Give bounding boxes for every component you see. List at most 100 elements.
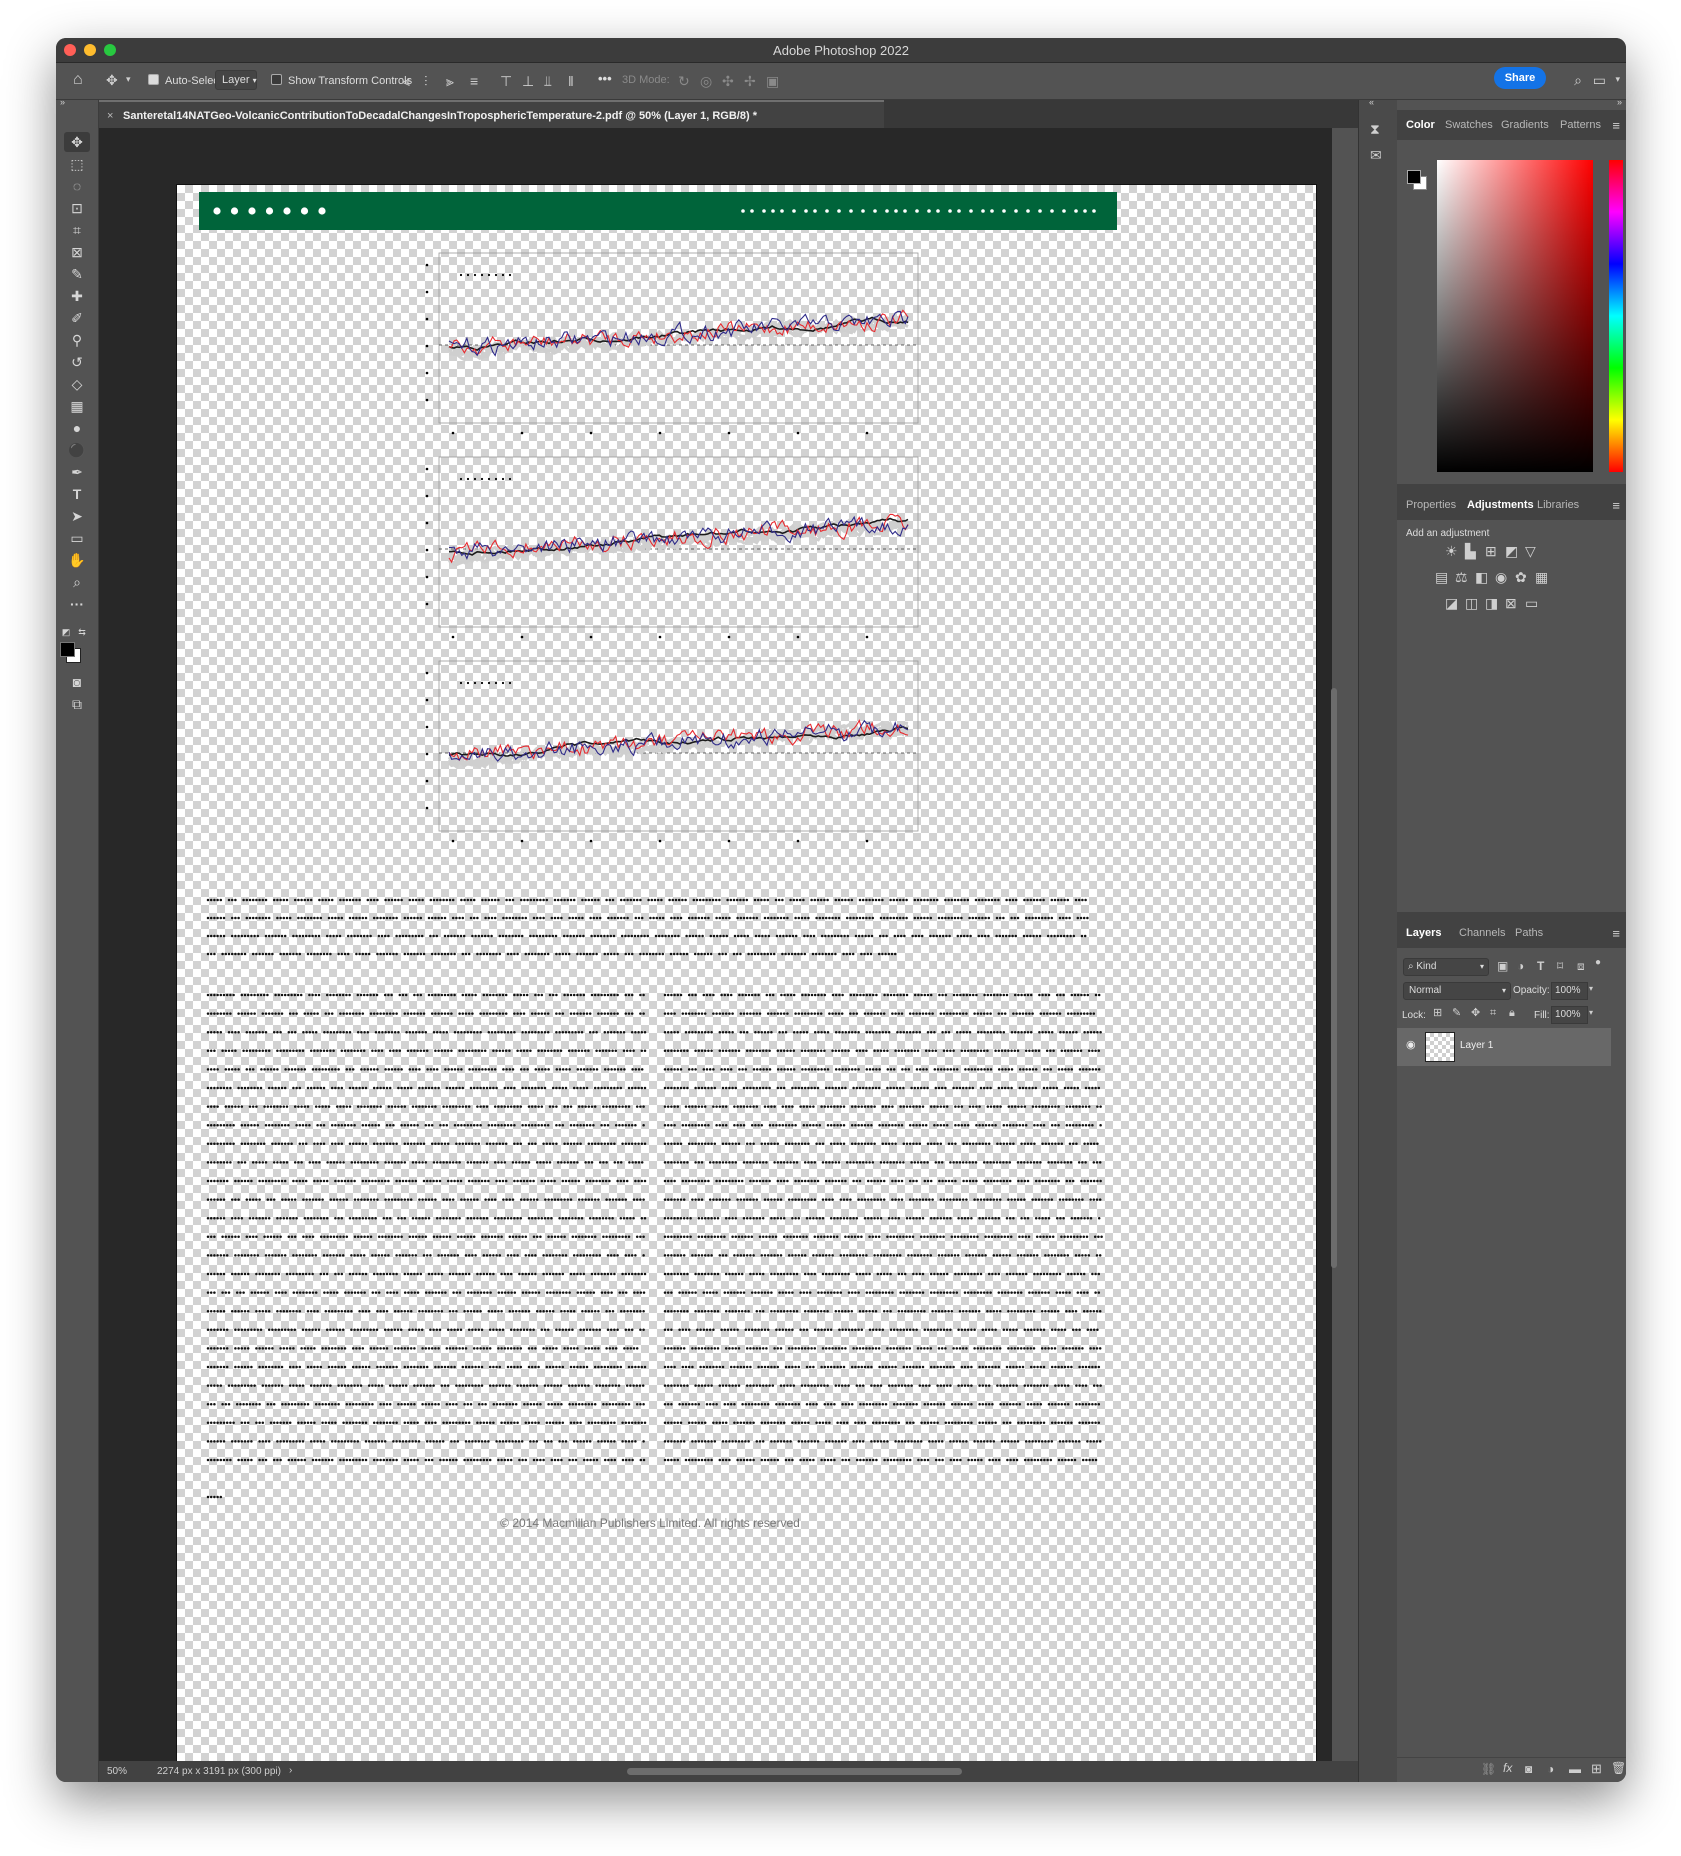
eraser-tool-icon[interactable]: ◇ (64, 374, 90, 394)
text-glyph (245, 1235, 249, 1239)
3d-slide-icon[interactable]: ✢ (744, 74, 756, 88)
text-glyph (694, 993, 697, 997)
text-glyph (476, 1161, 479, 1164)
expand-panel-icon[interactable]: » (60, 98, 65, 107)
hand-tool-icon[interactable]: ✋ (64, 550, 90, 570)
text-glyph (700, 1086, 704, 1090)
home-icon[interactable]: ⌂ (73, 72, 83, 88)
text-glyph (947, 1030, 951, 1034)
align-left-icon[interactable]: ⫷ (402, 74, 410, 88)
text-glyph (279, 1235, 282, 1239)
text-glyph (1050, 1123, 1054, 1127)
text-glyph (738, 1068, 741, 1071)
text-glyph (432, 1068, 436, 1071)
text-glyph (564, 1216, 568, 1220)
text-glyph (395, 1421, 398, 1425)
text-glyph (452, 1291, 455, 1294)
text-glyph (421, 1086, 424, 1090)
text-glyph (976, 1030, 980, 1034)
chevron-down-icon[interactable]: ▾ (1615, 75, 1620, 84)
workspace-icon[interactable]: ▭ (1593, 73, 1606, 87)
move-tool-icon[interactable]: ✥ (64, 132, 90, 152)
text-glyph (849, 993, 853, 997)
clone-stamp-tool-icon[interactable]: ⚲ (64, 330, 90, 350)
crop-tool-icon[interactable]: ⌗ (64, 220, 90, 240)
distribute-icon[interactable]: ≡ (470, 74, 478, 88)
text-glyph (340, 1179, 344, 1183)
swap-colors-icon[interactable]: ⇆ (76, 622, 88, 642)
align-middle-icon[interactable]: ⊥ (522, 74, 534, 88)
text-glyph (610, 1458, 613, 1462)
align-bottom-icon[interactable]: ⫫ (544, 74, 552, 88)
text-glyph (453, 993, 456, 997)
text-glyph (587, 1384, 590, 1387)
text-glyph (293, 1458, 297, 1462)
distribute-vertical-icon[interactable]: ‖ (568, 74, 574, 88)
gradient-tool-icon[interactable]: ▦ (64, 396, 90, 416)
quick-mask-icon[interactable]: ◙ (64, 672, 90, 692)
text-glyph (603, 1086, 607, 1090)
healing-brush-tool-icon[interactable]: ✚ (64, 286, 90, 306)
dodge-tool-icon[interactable]: ⚫ (64, 440, 90, 460)
text-glyph (430, 1012, 434, 1015)
align-top-icon[interactable]: ⊤ (500, 74, 512, 88)
document-canvas[interactable]: © 2014 Macmillan Publishers Limited. All… (176, 184, 1317, 1782)
text-glyph (620, 934, 624, 938)
text-glyph (474, 1068, 478, 1071)
brush-tool-icon[interactable]: ✐ (64, 308, 90, 328)
text-glyph (669, 952, 673, 956)
text-glyph (206, 993, 210, 997)
text-glyph (728, 1179, 731, 1183)
default-colors-icon[interactable]: ◩ (60, 622, 72, 642)
text-glyph (309, 1309, 313, 1313)
text-glyph (279, 1440, 282, 1443)
text-glyph (297, 1402, 300, 1406)
text-glyph (397, 1402, 400, 1406)
move-tool-icon[interactable]: ✥ (106, 73, 118, 87)
text-glyph (513, 1105, 516, 1108)
rectangle-tool-icon[interactable]: ▭ (64, 528, 90, 548)
canvas-area[interactable]: © 2014 Macmillan Publishers Limited. All… (99, 128, 1337, 1782)
3d-pan-icon[interactable]: ✣ (722, 74, 734, 88)
foreground-color-swatch[interactable] (60, 642, 75, 657)
history-brush-tool-icon[interactable]: ↺ (64, 352, 90, 372)
marquee-tool-icon[interactable]: ⬚ (64, 154, 90, 174)
share-button[interactable]: Share (1494, 67, 1546, 89)
align-right-icon[interactable]: ⫸ (446, 74, 454, 88)
text-glyph (379, 1347, 382, 1350)
3d-orbit-icon[interactable]: ↻ (678, 74, 690, 88)
text-glyph (672, 952, 676, 956)
align-center-icon[interactable]: ⫶ (424, 74, 428, 88)
text-glyph (416, 993, 419, 997)
lasso-tool-icon[interactable]: ◌ (64, 176, 90, 196)
eyedropper-tool-icon[interactable]: ✎ (64, 264, 90, 284)
zoom-tool-icon[interactable]: ⌕ (64, 572, 90, 592)
more-tools-icon[interactable]: ··· (64, 594, 90, 614)
3d-camera-icon[interactable]: ▣ (766, 74, 779, 88)
close-tab-icon[interactable]: × (107, 102, 113, 130)
type-tool-icon[interactable]: T (64, 484, 90, 504)
more-options-button[interactable]: ••• (598, 71, 612, 86)
object-select-tool-icon[interactable]: ⊡ (64, 198, 90, 218)
screen-mode-icon[interactable]: ⧉ (64, 694, 90, 714)
auto-select-checkbox[interactable]: Auto-Select: (148, 74, 225, 87)
text-glyph (776, 1161, 780, 1164)
text-glyph (409, 1012, 413, 1015)
pen-tool-icon[interactable]: ✒ (64, 462, 90, 482)
show-transform-checkbox[interactable]: Show Transform Controls (271, 74, 412, 87)
path-select-tool-icon[interactable]: ➤ (64, 506, 90, 526)
frame-tool-icon[interactable]: ⊠ (64, 242, 90, 262)
auto-select-dropdown[interactable]: Layer ▾ (215, 70, 257, 90)
document-tab[interactable]: × Santeretal14NATGeo-VolcanicContributio… (99, 100, 884, 128)
chevron-down-icon[interactable]: ▾ (126, 75, 131, 84)
text-glyph (237, 1365, 240, 1369)
text-glyph (453, 952, 456, 956)
text-glyph (609, 952, 613, 956)
text-glyph (330, 1365, 334, 1369)
search-icon[interactable]: ⌕ (1574, 73, 1582, 87)
text-glyph (271, 1365, 274, 1369)
text-glyph (346, 1179, 350, 1183)
3d-roll-icon[interactable]: ◎ (700, 74, 712, 88)
text-glyph (337, 952, 340, 956)
blur-tool-icon[interactable]: ● (64, 418, 90, 438)
